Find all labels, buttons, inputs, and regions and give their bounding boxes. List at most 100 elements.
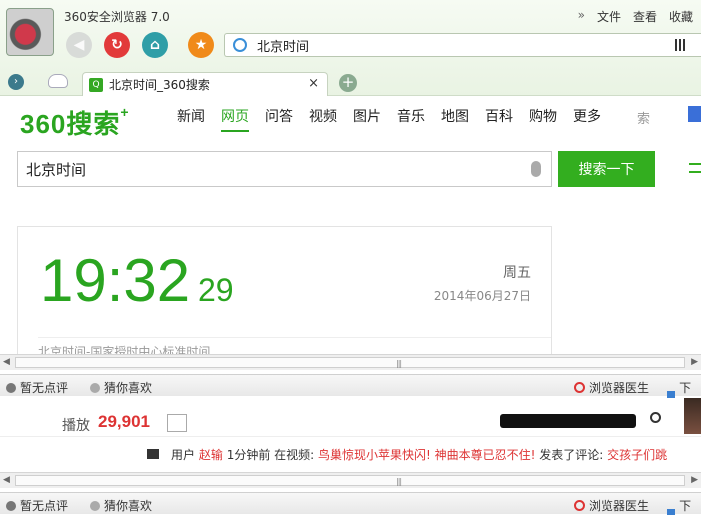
tab-bar: › Q 北京时间_360搜索 × + <box>0 70 701 96</box>
nav-baike[interactable]: 百科 <box>485 106 513 132</box>
scroll-right-icon[interactable]: ▶ <box>691 357 698 367</box>
scroll-left-icon-2[interactable]: ◀ <box>3 475 10 485</box>
address-text[interactable]: 北京时间 <box>257 36 309 55</box>
speaker-icon <box>147 449 159 459</box>
comment-text[interactable]: 交孩子们跳 <box>607 448 667 462</box>
status-guess[interactable]: 猜你喜欢 <box>90 379 152 396</box>
menu-file[interactable]: 文件 <box>597 8 621 25</box>
clock-source[interactable]: 北京时间-国家授时中心标准时间 <box>38 343 210 354</box>
status-bar-2: 暂无点评 猜你喜欢 浏览器医生 下载 <box>0 492 701 515</box>
browser-doctor-icon <box>574 382 585 393</box>
clock-hours-minutes: 19:32 <box>40 247 191 314</box>
stats-bars-icon[interactable] <box>167 414 187 432</box>
tab-title: 北京时间_360搜索 <box>109 78 210 92</box>
status-doctor[interactable]: 浏览器医生 <box>574 379 649 396</box>
video-thumbnail[interactable] <box>684 398 701 434</box>
site-security-icon <box>233 38 247 52</box>
play-count: 29,901 <box>98 412 150 431</box>
comment-prefix: 用户 <box>171 448 196 462</box>
nav-qa[interactable]: 问答 <box>265 106 293 132</box>
search-button[interactable]: 搜索一下 <box>558 151 655 187</box>
paw-icon[interactable] <box>688 106 701 122</box>
search-icon[interactable] <box>650 412 661 423</box>
status-guess-label-2: 猜你喜欢 <box>104 499 153 513</box>
favorite-button[interactable]: ★ <box>188 32 214 58</box>
guess-icon-2 <box>90 500 100 511</box>
qr-code-icon[interactable] <box>675 39 687 51</box>
status-rating-2[interactable]: 暂无点评 <box>6 497 68 514</box>
tab-active[interactable]: Q 北京时间_360搜索 × <box>82 72 328 96</box>
status-doctor-label: 浏览器医生 <box>589 381 650 395</box>
clock-weekday: 周五 <box>503 265 531 281</box>
status-doctor-label-2: 浏览器医生 <box>589 499 650 513</box>
comment-video-title[interactable]: 鸟巢惊现小苹果快闪! 神曲本尊已忍不住! <box>318 448 535 462</box>
guess-icon <box>90 382 100 393</box>
browser-doctor-icon-2 <box>574 500 585 511</box>
divider <box>0 436 701 437</box>
top-menu: » 文件 查看 收藏 <box>578 8 693 25</box>
nav-music[interactable]: 音乐 <box>397 106 425 132</box>
comment-ticker: 用户 赵输 1分钟前 在视频: 鸟巢惊现小苹果快闪! 神曲本尊已忍不住! 发表了… <box>147 446 667 463</box>
comment-action: 发表了评论: <box>539 448 604 462</box>
search-page: 360搜索+ 新闻 网页 问答 视频 图片 音乐 地图 百科 购物 更多 索 北… <box>0 96 701 354</box>
logo-360search[interactable]: 360搜索+ <box>20 104 130 141</box>
menu-favorites[interactable]: 收藏 <box>669 8 693 25</box>
comment-user[interactable]: 赵输 <box>199 448 223 462</box>
menu-more-chevron[interactable]: » <box>578 8 585 25</box>
status-doctor-2[interactable]: 浏览器医生 <box>574 497 649 514</box>
scroll-thumb-2[interactable]: ||| <box>15 475 685 486</box>
status-download-label-2: 下载 <box>679 499 692 513</box>
app-title: 360安全浏览器 7.0 <box>64 10 170 24</box>
home-button[interactable]: ⌂ <box>142 32 168 58</box>
nav-shopping[interactable]: 购物 <box>529 106 557 132</box>
nav-more[interactable]: 更多 <box>573 106 601 132</box>
browser-chrome: 360安全浏览器 7.0 » 文件 查看 收藏 ◀ ↻ ⌂ ★ 北京时间 › Q… <box>0 0 701 96</box>
new-tab-icon[interactable]: + <box>339 74 357 92</box>
nav-images[interactable]: 图片 <box>353 106 381 132</box>
status-guess-label: 猜你喜欢 <box>104 381 153 395</box>
nav-news[interactable]: 新闻 <box>177 106 205 132</box>
back-button[interactable]: ◀ <box>66 32 92 58</box>
status-rating-label-2: 暂无点评 <box>20 499 69 513</box>
scroll-grip-icon-2: ||| <box>396 477 402 486</box>
scroll-thumb[interactable]: ||| <box>15 357 685 368</box>
address-bar[interactable]: 北京时间 <box>224 33 701 57</box>
status-guess-2[interactable]: 猜你喜欢 <box>90 497 152 514</box>
clock-date: 2014年06月27日 <box>433 289 531 303</box>
nav-web[interactable]: 网页 <box>221 106 249 132</box>
card-divider <box>38 337 551 338</box>
search-input[interactable]: 北京时间 <box>17 151 552 187</box>
cloud-icon[interactable] <box>48 74 68 88</box>
status-rating[interactable]: 暂无点评 <box>6 379 68 396</box>
nav-extra-text: 索 <box>637 112 651 127</box>
scroll-left-icon[interactable]: ◀ <box>3 357 10 367</box>
rating-icon <box>6 382 16 393</box>
scroll-right-icon-2[interactable]: ▶ <box>691 475 698 485</box>
horizontal-scrollbar-2[interactable]: ◀ ||| ▶ <box>0 472 701 488</box>
download-icon-2 <box>667 508 676 515</box>
comment-time: 1分钟前 在视频: <box>226 448 315 462</box>
menu-icon[interactable] <box>689 163 701 173</box>
tab-close-icon[interactable]: × <box>308 76 319 91</box>
rating-icon-2 <box>6 500 16 511</box>
scroll-grip-icon: ||| <box>396 359 402 368</box>
redacted-text <box>500 414 636 428</box>
nav-maps[interactable]: 地图 <box>441 106 469 132</box>
nav-video[interactable]: 视频 <box>309 106 337 132</box>
status-rating-label: 暂无点评 <box>20 381 69 395</box>
logo-plus: + <box>120 104 130 120</box>
status-bar: 暂无点评 猜你喜欢 浏览器医生 下载 <box>0 374 701 412</box>
clock-card: 19:32 29 周五 2014年06月27日 北京时间-国家授时中心标准时间 <box>17 226 552 354</box>
horizontal-scrollbar[interactable]: ◀ ||| ▶ <box>0 354 701 370</box>
user-avatar[interactable] <box>6 8 54 56</box>
reload-button[interactable]: ↻ <box>104 32 130 58</box>
tab-scroll-icon[interactable]: › <box>8 74 24 90</box>
microphone-icon[interactable] <box>531 161 541 177</box>
logo-text: 360搜索 <box>20 109 121 139</box>
search-query[interactable]: 北京时间 <box>26 159 86 180</box>
menu-view[interactable]: 查看 <box>633 8 657 25</box>
search-nav: 新闻 网页 问答 视频 图片 音乐 地图 百科 购物 更多 <box>177 106 617 132</box>
clock-seconds: 29 <box>198 272 234 308</box>
play-label: 播放 <box>62 418 90 434</box>
status-download-2[interactable]: 下载 <box>667 497 701 515</box>
